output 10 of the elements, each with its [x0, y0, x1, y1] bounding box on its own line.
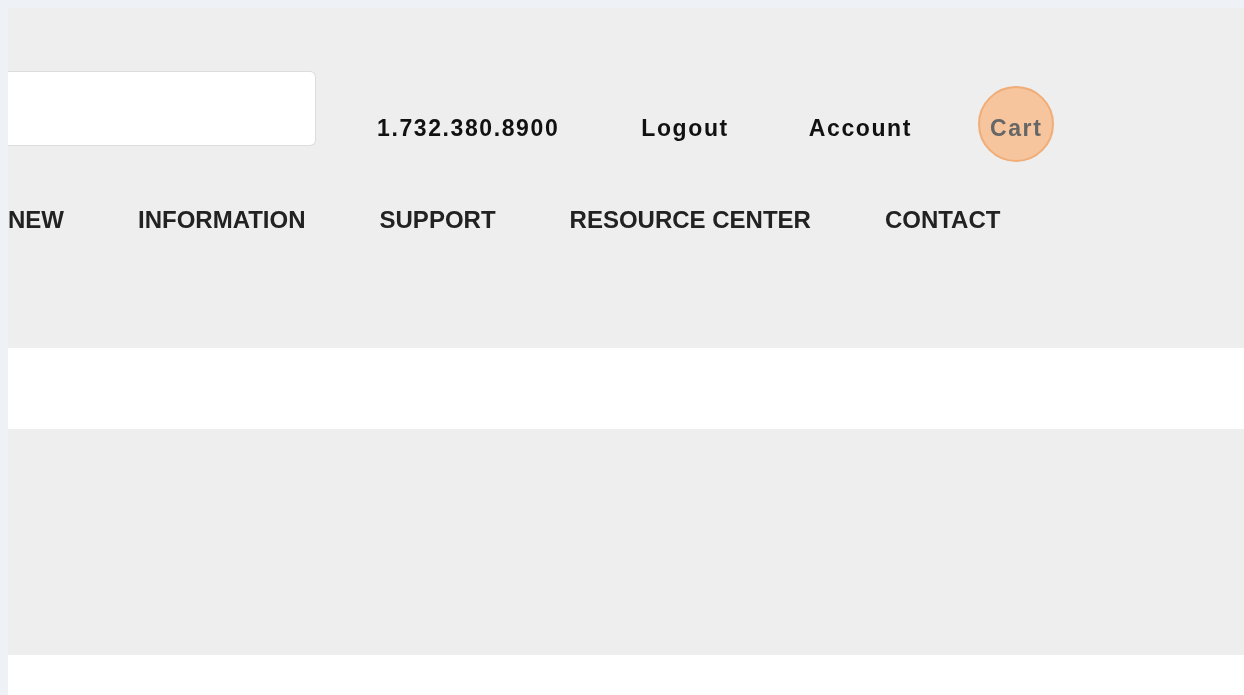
- nav-link[interactable]: CONTACT: [884, 205, 1001, 235]
- header-link[interactable]: Account: [808, 114, 912, 142]
- nav-link[interactable]: NEW: [8, 205, 64, 235]
- nav-link[interactable]: SUPPORT: [379, 205, 496, 235]
- cart-link[interactable]: Cart: [990, 114, 1043, 142]
- search-field[interactable]: [8, 71, 316, 146]
- phone-number: 1.732.380.8900: [377, 114, 560, 142]
- header-link[interactable]: Logout: [641, 114, 729, 142]
- nav-link[interactable]: INFORMATION: [138, 205, 306, 235]
- nav-link[interactable]: RESOURCE CENTER: [569, 205, 811, 235]
